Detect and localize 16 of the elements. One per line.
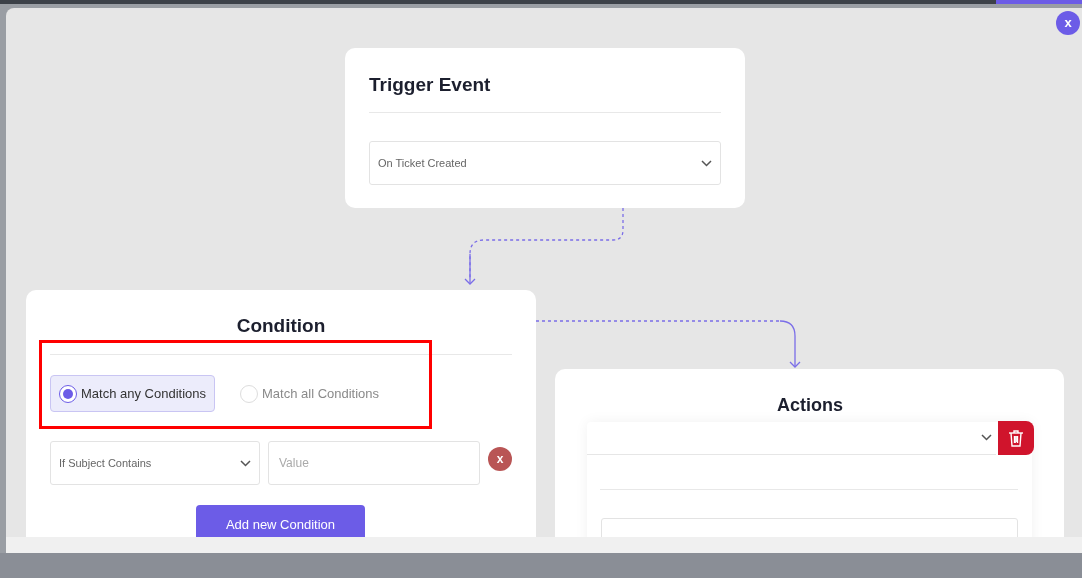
match-option[interactable]: Match any Conditions bbox=[50, 375, 215, 412]
card-title: Actions bbox=[776, 394, 844, 417]
close-button[interactable]: x bbox=[1056, 11, 1080, 35]
value-field[interactable]: Value bbox=[268, 441, 480, 485]
remove-condition-button[interactable]: x bbox=[488, 447, 512, 471]
chevron-down-icon bbox=[981, 434, 992, 441]
chevron-down-icon bbox=[701, 159, 712, 167]
card-title: Condition bbox=[235, 314, 327, 338]
card-title: Trigger Event bbox=[369, 73, 491, 97]
add-condition-button[interactable]: Add new Condition bbox=[196, 505, 365, 537]
condition-field-select[interactable]: If Subject Contains bbox=[50, 441, 260, 485]
trash-icon bbox=[1008, 429, 1024, 447]
event-select[interactable]: On Ticket Created bbox=[369, 141, 721, 185]
chevron-down-icon bbox=[240, 459, 251, 467]
match-option[interactable]: Match all Conditions bbox=[231, 375, 389, 412]
delete-action-button[interactable] bbox=[998, 421, 1034, 455]
